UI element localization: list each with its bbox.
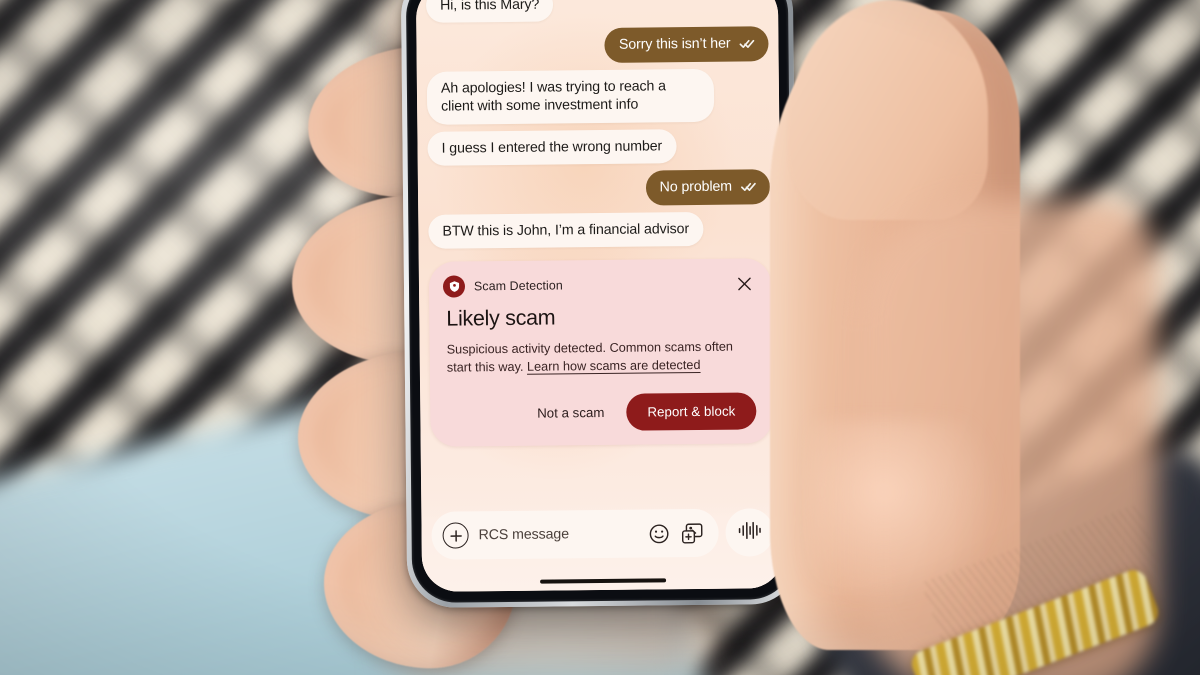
smartphone: Hi, is this Mary? Sorry this isn’t her A… [400,0,800,609]
message-text: No problem [659,178,733,196]
emoji-smiley-icon[interactable] [646,521,670,545]
message-row: I guess I entered the wrong number [427,128,769,167]
scam-card-title: Likely scam [446,305,556,331]
scam-card-actions: Not a scam Report & block [444,392,757,433]
message-row: Ah apologies! I was trying to reach a cl… [426,68,770,125]
delivered-check-icon [741,181,756,192]
message-bubble-outgoing[interactable]: No problem [645,169,771,206]
scam-detection-card: Scam Detection Likely scam Suspicious ac… [428,258,773,448]
message-bubble-incoming[interactable]: Hi, is this Mary? [425,0,554,24]
gallery-camera-icon[interactable] [680,521,704,545]
message-thread[interactable]: Hi, is this Mary? Sorry this isn’t her A… [416,0,783,504]
plus-icon[interactable] [442,522,469,549]
phone-screen[interactable]: Hi, is this Mary? Sorry this isn’t her A… [415,0,785,592]
message-input-placeholder[interactable]: RCS message [479,526,637,543]
message-row: BTW this is John, I’m a financial adviso… [428,211,770,249]
message-bubble-incoming[interactable]: BTW this is John, I’m a financial adviso… [428,211,704,249]
shield-icon [442,275,466,298]
audio-waveform-icon [737,520,761,545]
message-row: Sorry this isn’t her [426,26,769,65]
message-text: Sorry this isn’t her [618,36,731,54]
voice-message-button[interactable] [725,508,774,557]
thumb-tip [788,0,988,220]
learn-more-link[interactable]: Learn how scams are detected [527,358,701,374]
close-icon[interactable] [733,273,755,295]
scam-card-body: Suspicious activity detected. Common sca… [447,338,756,377]
message-bubble-incoming[interactable]: Ah apologies! I was trying to reach a cl… [426,68,715,125]
message-row: Hi, is this Mary? [425,0,768,24]
message-bubble-incoming[interactable]: I guess I entered the wrong number [427,129,677,167]
report-and-block-button[interactable]: Report & block [626,392,757,431]
right-hand-thumb [770,0,1165,675]
phone-bezel: Hi, is this Mary? Sorry this isn’t her A… [405,0,795,603]
message-row: No problem [428,169,771,207]
scam-card-header: Scam Detection [442,273,755,298]
message-bubble-outgoing[interactable]: Sorry this isn’t her [604,26,769,63]
not-a-scam-button[interactable]: Not a scam [529,397,613,429]
message-input-container[interactable]: RCS message [431,508,719,560]
delivered-check-icon [739,39,755,50]
scam-card-kicker: Scam Detection [473,278,563,294]
